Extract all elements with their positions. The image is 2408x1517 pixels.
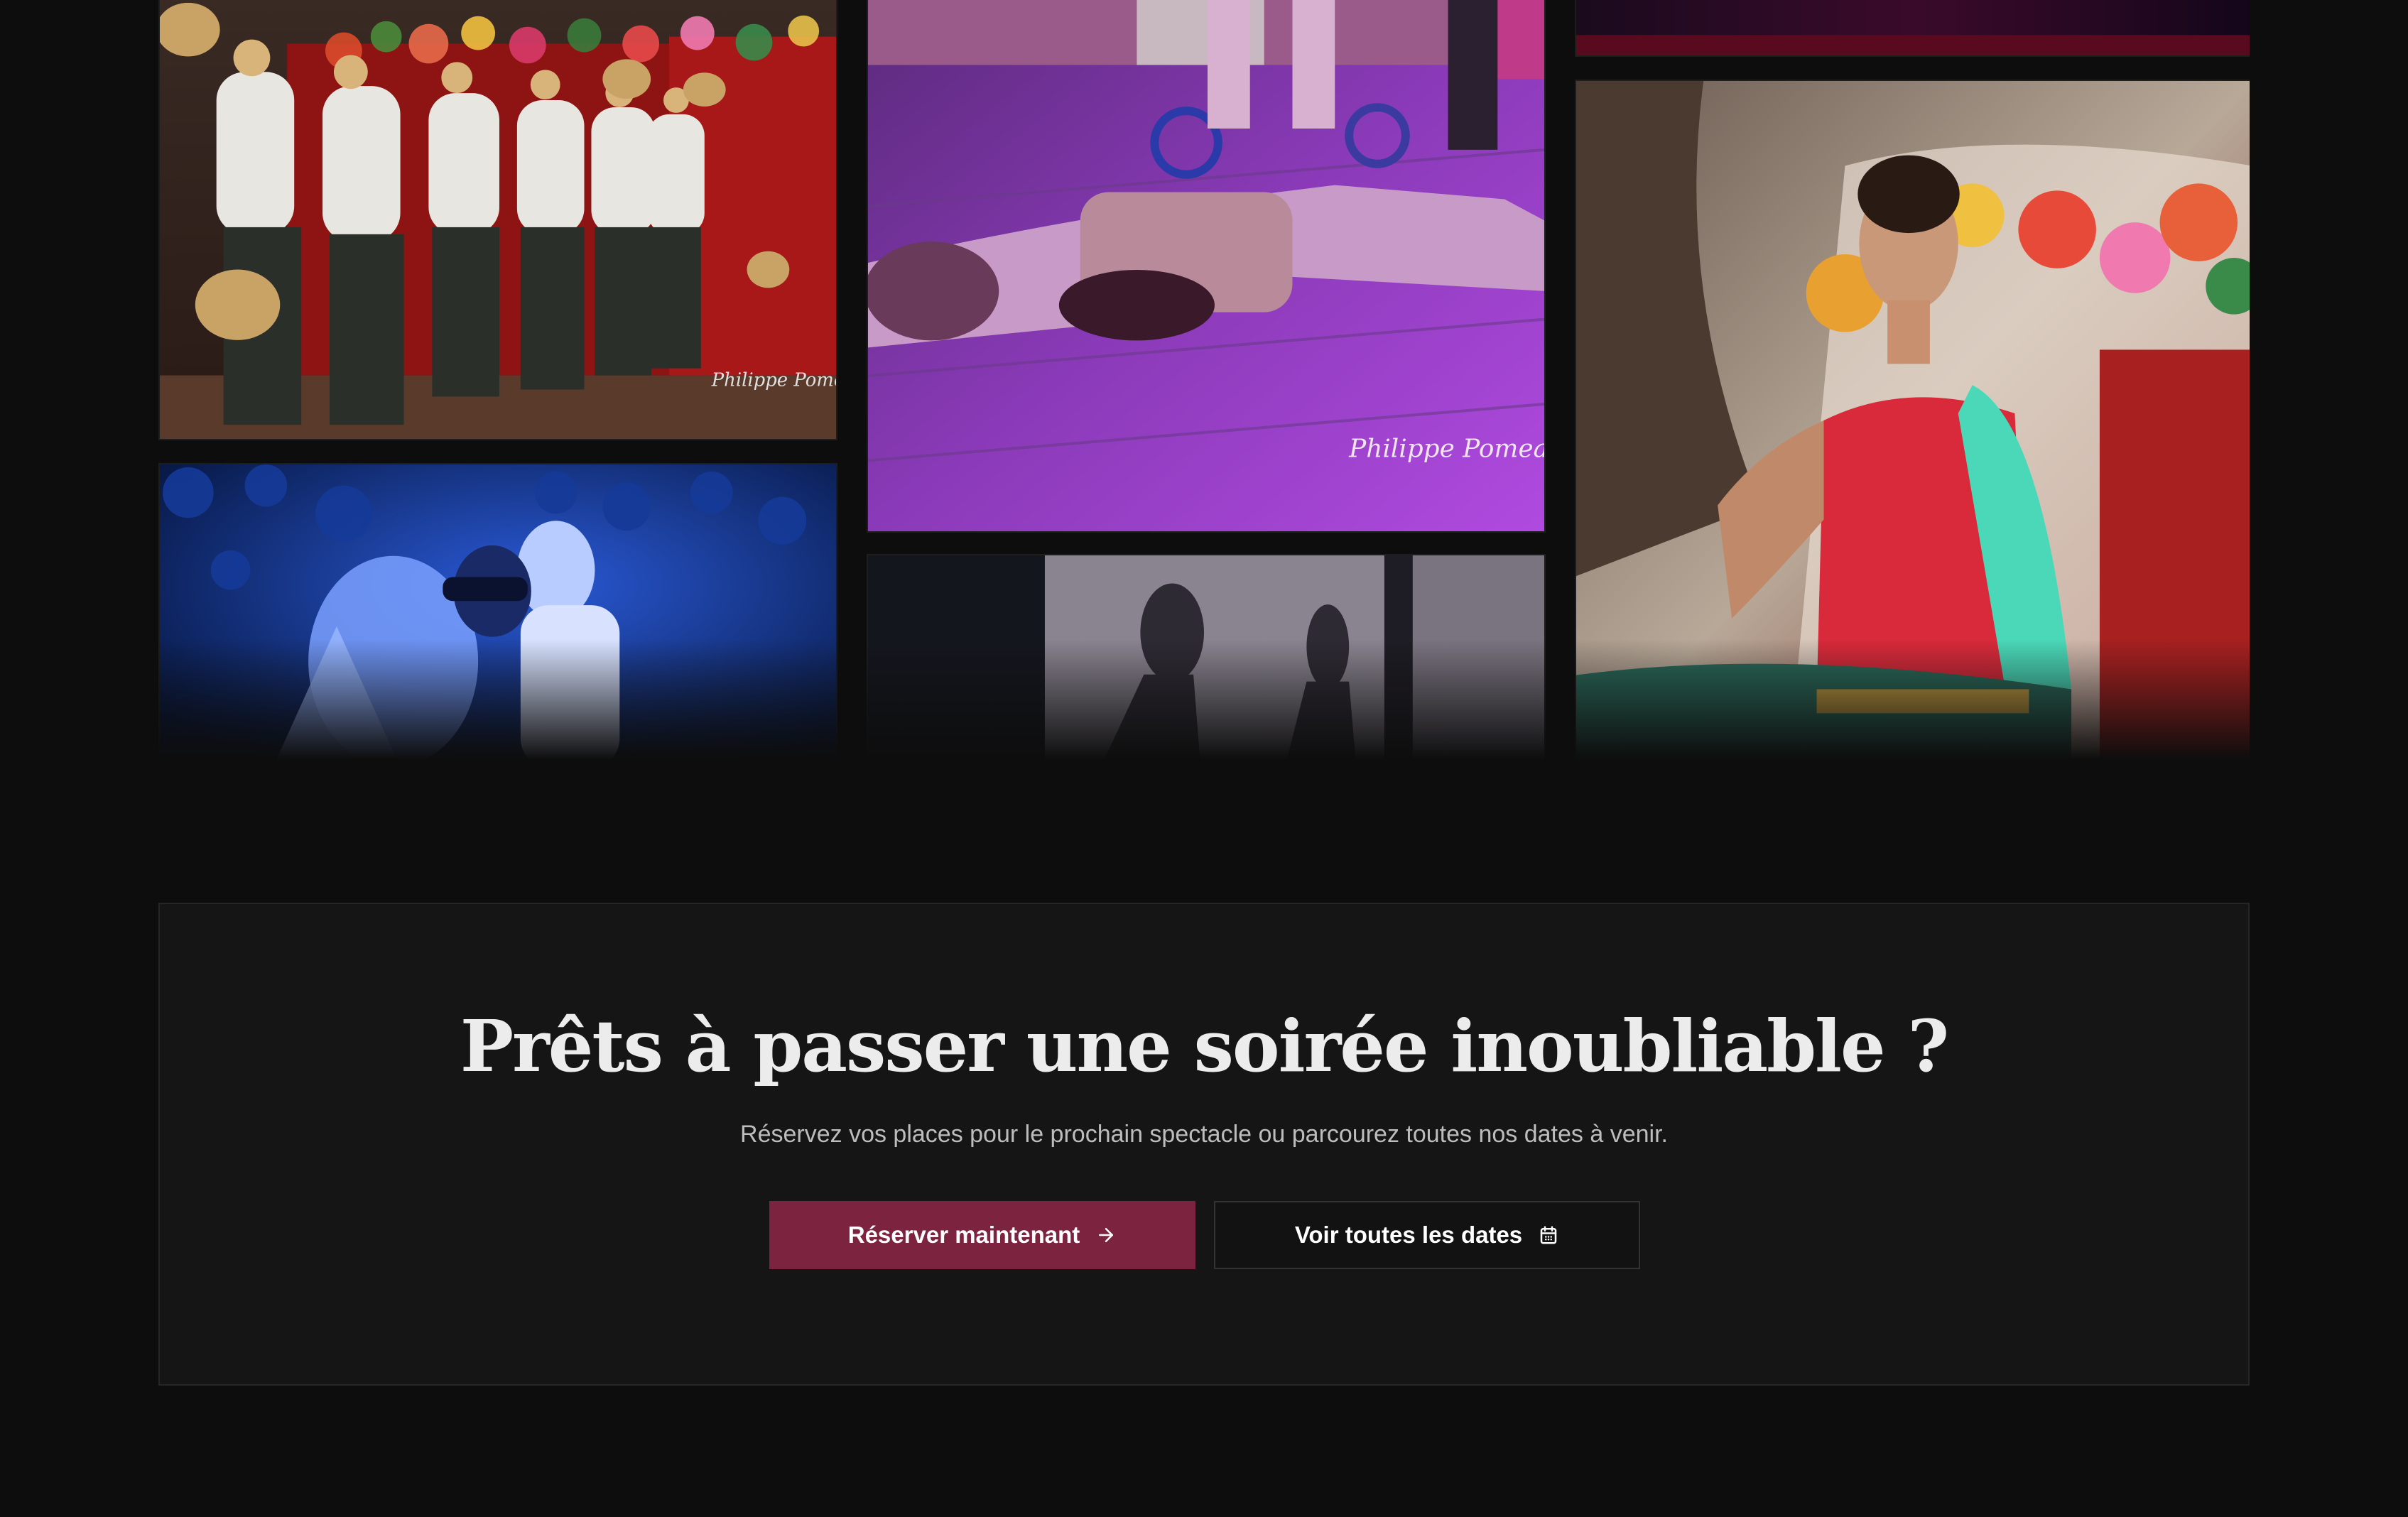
calendar-icon xyxy=(1538,1224,1559,1246)
photo-indian-dancer[interactable] xyxy=(1575,80,2250,760)
photo-shadow-silhouettes[interactable] xyxy=(867,554,1546,760)
see-all-dates-label: Voir toutes les dates xyxy=(1294,1222,1523,1248)
blue-couple-image xyxy=(160,464,836,760)
cta-title: Prêts à passer une soirée inoubliable ? xyxy=(460,1004,1949,1088)
see-all-dates-button[interactable]: Voir toutes les dates xyxy=(1214,1201,1640,1269)
dancers-watermark: Philippe Pomeaux xyxy=(711,370,836,391)
indian-dancer-image xyxy=(1576,81,2250,760)
floor-scene-image: Philippe Pomeaux xyxy=(868,0,1544,531)
photo-dancers-hats[interactable]: Philippe Pomeaux xyxy=(158,0,837,440)
dancers-hats-image: Philippe Pomeaux xyxy=(160,0,836,439)
photo-gallery: Philippe Pomeaux xyxy=(158,0,2250,760)
page: Philippe Pomeaux xyxy=(0,0,2408,1517)
reserve-now-button[interactable]: Réserver maintenant xyxy=(769,1201,1195,1269)
arrow-right-icon xyxy=(1095,1224,1117,1246)
cta-panel: Prêts à passer une soirée inoubliable ? … xyxy=(158,903,2250,1386)
photo-dark-top-right[interactable] xyxy=(1575,0,2250,57)
floor-scene-watermark: Philippe Pomeaux xyxy=(1348,435,1544,464)
dark-top-image xyxy=(1576,0,2250,55)
reserve-now-label: Réserver maintenant xyxy=(847,1222,1080,1248)
cta-subtitle: Réservez vos places pour le prochain spe… xyxy=(740,1121,1668,1148)
shadow-silhouettes-image xyxy=(868,555,1544,760)
photo-floor-scene-purple[interactable]: Philippe Pomeaux xyxy=(867,0,1546,533)
photo-blue-masked-couple[interactable] xyxy=(158,463,837,760)
